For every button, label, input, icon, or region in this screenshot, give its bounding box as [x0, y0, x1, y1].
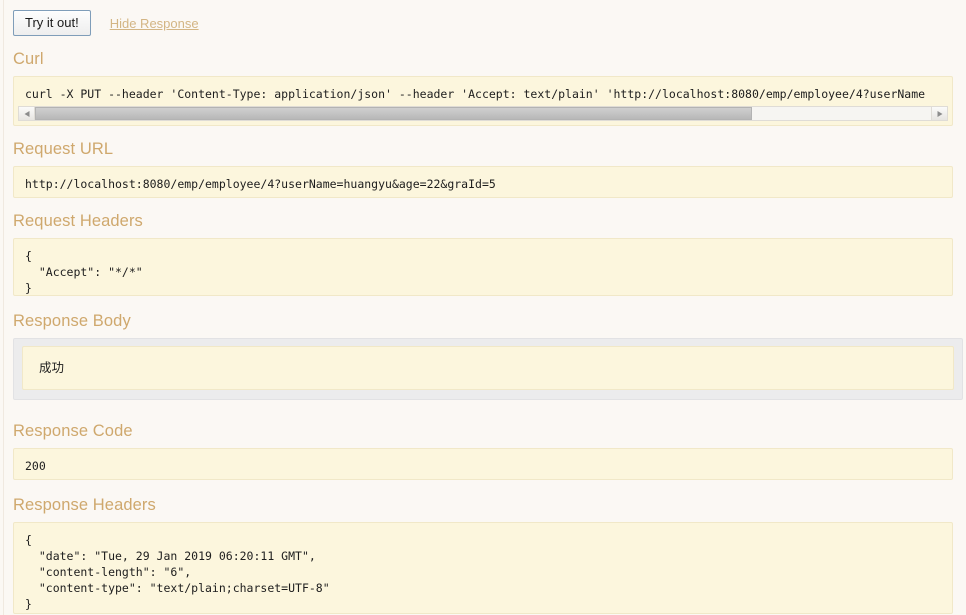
operation-toolbar: Try it out! Hide Response — [13, 8, 199, 38]
curl-section: Curl curl -X PUT --header 'Content-Type:… — [13, 50, 953, 126]
request-headers-section: Request Headers { "Accept": "*/*" } — [13, 212, 953, 296]
request-url-section: Request URL http://localhost:8080/emp/em… — [13, 140, 953, 198]
request-headers-json: { "Accept": "*/*" } — [13, 238, 953, 296]
response-body-title: Response Body — [13, 312, 131, 330]
response-code-section: Response Code 200 — [13, 422, 953, 480]
curl-command-text: curl -X PUT --header 'Content-Type: appl… — [25, 87, 926, 101]
hide-response-link[interactable]: Hide Response — [110, 16, 199, 31]
triangle-right-icon[interactable] — [931, 107, 947, 120]
response-headers-section: Response Headers { "date": "Tue, 29 Jan … — [13, 496, 953, 614]
request-url-title: Request URL — [13, 140, 114, 158]
response-code-title: Response Code — [13, 422, 133, 440]
response-body-container: 成功 — [13, 338, 963, 400]
response-headers-json: { "date": "Tue, 29 Jan 2019 06:20:11 GMT… — [13, 522, 953, 614]
response-body-value: 成功 — [22, 346, 954, 390]
try-it-out-button[interactable]: Try it out! — [13, 10, 91, 36]
triangle-left-icon[interactable] — [19, 107, 35, 120]
panel-left-rule — [3, 0, 4, 615]
curl-horizontal-scrollbar[interactable] — [18, 106, 948, 121]
curl-code-block: curl -X PUT --header 'Content-Type: appl… — [13, 76, 953, 126]
scrollbar-track[interactable] — [35, 107, 931, 120]
swagger-response-panel: Try it out! Hide Response Curl curl -X P… — [0, 0, 966, 615]
request-url-value: http://localhost:8080/emp/employee/4?use… — [13, 166, 953, 198]
scrollbar-thumb[interactable] — [35, 107, 752, 120]
curl-title: Curl — [13, 50, 44, 68]
request-headers-title: Request Headers — [13, 212, 143, 230]
response-code-value: 200 — [13, 448, 953, 480]
response-headers-title: Response Headers — [13, 496, 156, 514]
response-body-section: Response Body 成功 — [13, 312, 963, 400]
